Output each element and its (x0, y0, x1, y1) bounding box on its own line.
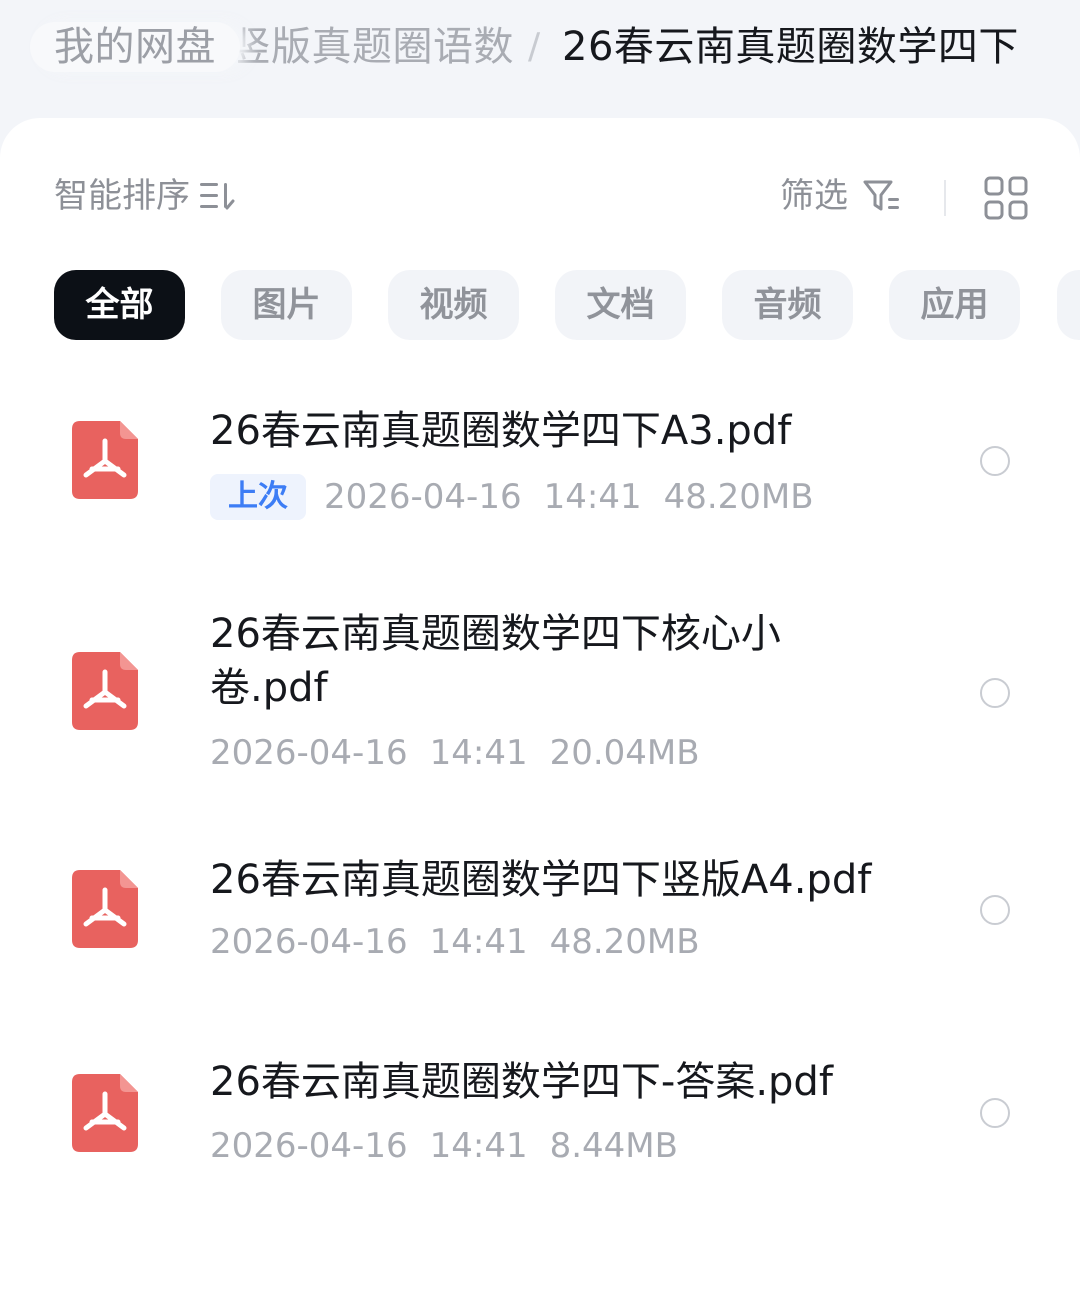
file-date: 2026-04-16 (210, 1126, 408, 1166)
filter-button[interactable]: 筛选 (780, 174, 902, 218)
file-row[interactable]: 26春云南真题圈数学四下竖版A4.pdf 2026-04-16 14:41 48… (0, 836, 1080, 1006)
file-name: 26春云南真题圈数学四下核心小卷.pdf (210, 611, 781, 711)
file-size: 48.20MB (549, 922, 700, 962)
file-meta: 2026-04-16 14:41 8.44MB (210, 1124, 678, 1168)
grid-view-icon[interactable] (984, 176, 1028, 220)
file-size: 8.44MB (549, 1126, 678, 1166)
file-name: 26春云南真题圈数学四下竖版A4.pdf (210, 857, 872, 903)
category-tabs: 全部 图片 视频 文档 音频 应用 (54, 270, 1080, 342)
file-date: 2026-04-16 (324, 477, 522, 517)
recent-badge: 上次 (210, 474, 306, 520)
file-name: 26春云南真题圈数学四下A3.pdf (210, 408, 792, 454)
file-time: 14:41 (543, 477, 642, 517)
pdf-file-icon (72, 870, 138, 948)
file-meta: 上次 2026-04-16 14:41 48.20MB (210, 474, 814, 520)
tab-more[interactable] (1057, 270, 1080, 340)
file-list-card: 智能排序 筛选 全部 图片 视频 文档 音频 应用 26春云南真题圈数学四下A3… (0, 118, 1080, 1302)
breadcrumb-current-folder: 26春云南真题圈数学四下 (562, 24, 1019, 70)
sort-lines-icon (198, 179, 236, 213)
tab-documents[interactable]: 文档 (555, 270, 686, 340)
file-time: 14:41 (429, 733, 528, 773)
select-radio[interactable] (980, 678, 1010, 708)
file-meta: 2026-04-16 14:41 48.20MB (210, 920, 700, 964)
sort-button[interactable]: 智能排序 (54, 174, 236, 218)
select-radio[interactable] (980, 895, 1010, 925)
file-date: 2026-04-16 (210, 922, 408, 962)
file-size: 48.20MB (663, 477, 814, 517)
filter-funnel-icon (862, 178, 902, 214)
pdf-file-icon (72, 652, 138, 730)
tab-audio[interactable]: 音频 (722, 270, 853, 340)
tab-all[interactable]: 全部 (54, 270, 185, 340)
file-date: 2026-04-16 (210, 733, 408, 773)
file-time: 14:41 (429, 1126, 528, 1166)
file-row[interactable]: 26春云南真题圈数学四下核心小卷.pdf 2026-04-16 14:41 20… (0, 592, 1080, 802)
filter-label: 筛选 (780, 176, 848, 216)
tab-videos[interactable]: 视频 (388, 270, 519, 340)
pdf-file-icon (72, 1074, 138, 1152)
tab-apps[interactable]: 应用 (889, 270, 1020, 340)
file-row[interactable]: 26春云南真题圈数学四下-答案.pdf 2026-04-16 14:41 8.4… (0, 1040, 1080, 1210)
toolbar-divider (944, 180, 946, 216)
select-radio[interactable] (980, 1098, 1010, 1128)
breadcrumb-root[interactable]: 我的网盘 (30, 22, 240, 72)
file-row[interactable]: 26春云南真题圈数学四下A3.pdf 上次 2026-04-16 14:41 4… (0, 388, 1080, 558)
file-name: 26春云南真题圈数学四下-答案.pdf (210, 1059, 833, 1105)
breadcrumb-separator: / (528, 26, 541, 67)
file-size: 20.04MB (549, 733, 700, 773)
tab-images[interactable]: 图片 (221, 270, 352, 340)
breadcrumb: 竖版真题圈语数 我的网盘 / 26春云南真题圈数学四下 (0, 0, 1080, 120)
file-time: 14:41 (429, 922, 528, 962)
pdf-file-icon (72, 421, 138, 499)
sort-label: 智能排序 (54, 176, 190, 216)
select-radio[interactable] (980, 446, 1010, 476)
breadcrumb-parent-folder[interactable]: 竖版真题圈语数 (238, 22, 514, 72)
file-meta: 2026-04-16 14:41 20.04MB (210, 731, 700, 775)
